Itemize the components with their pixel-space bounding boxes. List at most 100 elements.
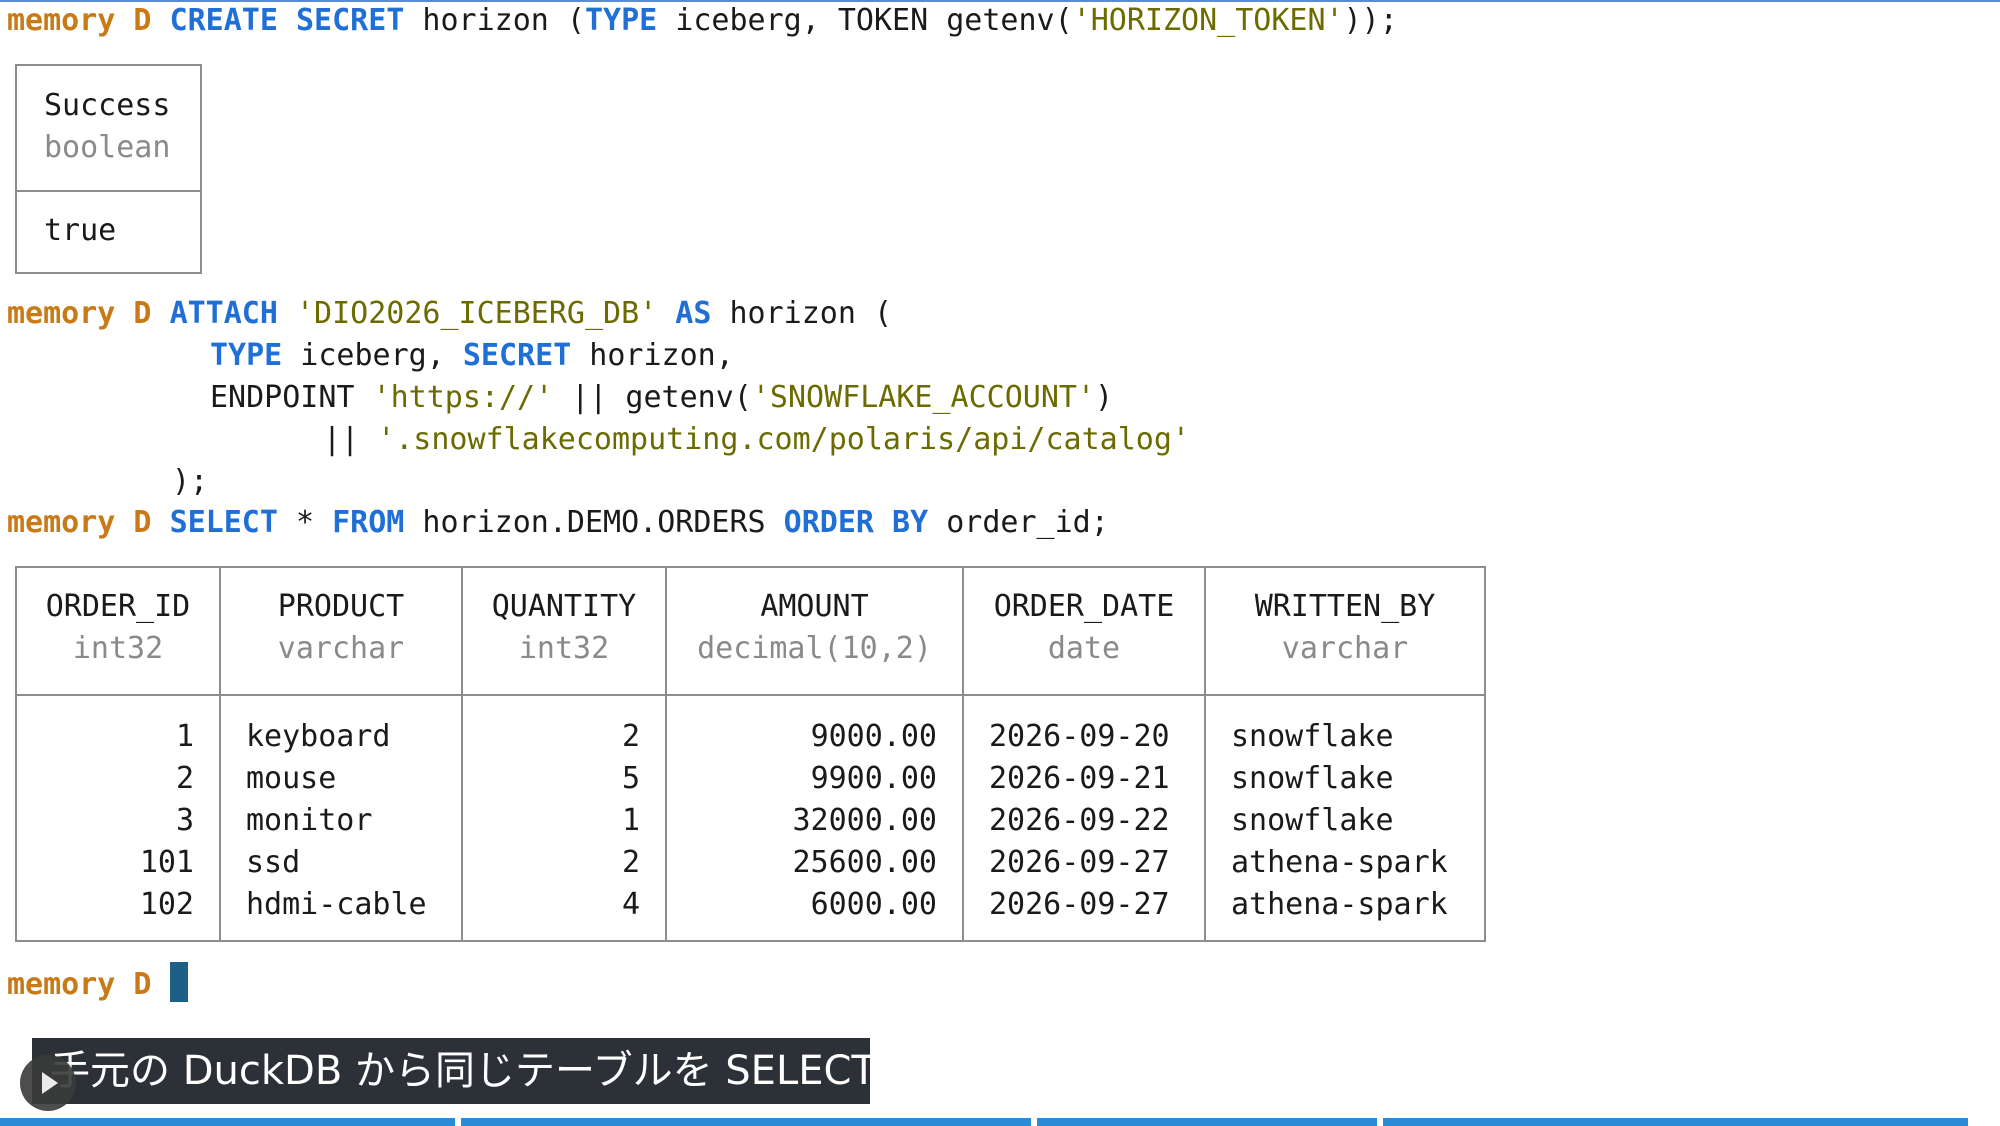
- video-progress-bar[interactable]: [0, 1118, 2000, 1126]
- progress-segment[interactable]: [1383, 1118, 1968, 1126]
- cell-order-id: 101: [15, 842, 221, 884]
- table-row: 101 ssd 2 25600.00 2026-09-27 athena-spa…: [15, 842, 1486, 884]
- column-type: decimal(10,2): [697, 631, 932, 666]
- string-literal: '.snowflakecomputing.com/polaris/api/cat…: [377, 422, 1190, 457]
- command-line-select: memory D SELECT * FROM horizon.DEMO.ORDE…: [7, 502, 1109, 544]
- keyword: TYPE: [585, 3, 658, 38]
- table-row: 1 keyboard 2 9000.00 2026-09-20 snowflak…: [15, 695, 1486, 758]
- cell-product: hdmi-cable: [219, 884, 463, 941]
- code-text: ENDPOINT: [210, 380, 373, 415]
- prompt-label: memory D: [7, 505, 152, 540]
- cell-quantity: 1: [461, 800, 667, 842]
- terminal-window[interactable]: memory D CREATE SECRET horizon (TYPE ice…: [0, 0, 2000, 1126]
- code-text: ): [1095, 380, 1114, 415]
- code-text: horizon,: [571, 338, 734, 373]
- cell-quantity: 2: [461, 842, 667, 884]
- cell-order-id: 2: [15, 758, 221, 800]
- cell-quantity: 2: [461, 695, 667, 758]
- string-literal: 'SNOWFLAKE_ACCOUNT': [751, 380, 1096, 415]
- column-header: AMOUNT decimal(10,2): [665, 567, 964, 696]
- column-type: boolean: [44, 130, 171, 165]
- command-line-current[interactable]: memory D: [7, 962, 188, 1006]
- code-text: );: [172, 464, 209, 499]
- prompt-label: memory D: [7, 967, 152, 1002]
- column-name: WRITTEN_BY: [1254, 589, 1436, 624]
- command-line-attach-close: );: [172, 461, 208, 503]
- cell-product: monitor: [219, 800, 463, 842]
- cell-order-id: 1: [15, 695, 221, 758]
- string-literal: 'HORIZON_TOKEN': [1072, 3, 1344, 38]
- command-line-attach-endpoint: ENDPOINT 'https://' || getenv('SNOWFLAKE…: [210, 377, 1113, 419]
- cell-product: ssd: [219, 842, 463, 884]
- column-header: PRODUCT varchar: [219, 567, 463, 696]
- cell-order-id: 3: [15, 800, 221, 842]
- prompt-label: memory D: [7, 3, 152, 38]
- cell-quantity: 5: [461, 758, 667, 800]
- orders-result-table: ORDER_ID int32 PRODUCT varchar QUANTITY int…: [15, 566, 1486, 942]
- cell-written-by: athena-spark: [1204, 884, 1486, 941]
- table-row: 102 hdmi-cable 4 6000.00 2026-09-27 athe…: [15, 884, 1486, 941]
- command-line-attach-type: TYPE iceberg, SECRET horizon,: [210, 335, 734, 377]
- text-cursor: [169, 962, 188, 1002]
- code-text: horizon (: [711, 296, 893, 331]
- keyword: ATTACH: [169, 296, 278, 331]
- column-type: varchar: [277, 631, 405, 666]
- cell-amount: 9900.00: [665, 758, 964, 800]
- progress-segment[interactable]: [0, 1118, 455, 1126]
- play-icon[interactable]: [20, 1055, 76, 1111]
- column-header: ORDER_ID int32: [15, 567, 221, 696]
- cell-written-by: snowflake: [1204, 695, 1486, 758]
- command-line-attach: memory D ATTACH 'DIO2026_ICEBERG_DB' AS …: [7, 293, 892, 335]
- cell-amount: 9000.00: [665, 695, 964, 758]
- cell-order-date: 2026-09-22: [962, 800, 1206, 842]
- string-literal: 'https://': [372, 380, 554, 415]
- column-name: ORDER_DATE: [993, 589, 1175, 624]
- cell-product: keyboard: [219, 695, 463, 758]
- cell-order-date: 2026-09-21: [962, 758, 1206, 800]
- code-text: ));: [1343, 3, 1398, 38]
- column-name: ORDER_ID: [45, 589, 191, 624]
- code-text: order_id;: [928, 505, 1109, 540]
- table-header-row: ORDER_ID int32 PRODUCT varchar QUANTITY int…: [15, 567, 1486, 696]
- cell-order-id: 102: [15, 884, 221, 941]
- code-text: || getenv(: [553, 380, 752, 415]
- column-type: date: [1047, 631, 1121, 666]
- column-type: int32: [72, 631, 164, 666]
- code-text: horizon.DEMO.ORDERS: [404, 505, 784, 540]
- string-literal: 'DIO2026_ICEBERG_DB': [296, 296, 658, 331]
- result-value: true: [44, 213, 117, 248]
- keyword: ORDER BY: [783, 505, 929, 540]
- command-line-create-secret: memory D CREATE SECRET horizon (TYPE ice…: [7, 0, 1398, 42]
- table-row: 2 mouse 5 9900.00 2026-09-21 snowflake: [15, 758, 1486, 800]
- progress-segment[interactable]: [461, 1118, 1031, 1126]
- cell-amount: 25600.00: [665, 842, 964, 884]
- code-text: *: [277, 505, 333, 540]
- column-header: QUANTITY int32: [461, 567, 667, 696]
- success-result-table: Success boolean true: [15, 64, 202, 274]
- video-caption: 手元の DuckDB から同じテーブルを SELECT: [32, 1038, 870, 1104]
- keyword: TYPE: [210, 338, 283, 373]
- cell-written-by: athena-spark: [1204, 842, 1486, 884]
- prompt-label: memory D: [7, 296, 152, 331]
- column-type: varchar: [1281, 631, 1409, 666]
- cell-written-by: snowflake: [1204, 758, 1486, 800]
- progress-segment[interactable]: [1037, 1118, 1377, 1126]
- column-type: int32: [518, 631, 610, 666]
- cell-order-date: 2026-09-27: [962, 842, 1206, 884]
- column-name: AMOUNT: [760, 589, 869, 624]
- keyword: AS: [675, 296, 712, 331]
- code-text: iceberg, TOKEN getenv(: [657, 3, 1073, 38]
- cell-order-date: 2026-09-20: [962, 695, 1206, 758]
- cell-amount: 32000.00: [665, 800, 964, 842]
- cell-written-by: snowflake: [1204, 800, 1486, 842]
- code-text: iceberg,: [282, 338, 463, 373]
- code-text: horizon (: [404, 3, 585, 38]
- cell-quantity: 4: [461, 884, 667, 941]
- cell-order-date: 2026-09-27: [962, 884, 1206, 941]
- table-row: 3 monitor 1 32000.00 2026-09-22 snowflak…: [15, 800, 1486, 842]
- keyword: FROM: [332, 505, 405, 540]
- keyword: SELECT: [169, 505, 278, 540]
- column-header: ORDER_DATEdate: [962, 567, 1206, 696]
- cell-product: mouse: [219, 758, 463, 800]
- keyword: CREATE SECRET: [169, 3, 405, 38]
